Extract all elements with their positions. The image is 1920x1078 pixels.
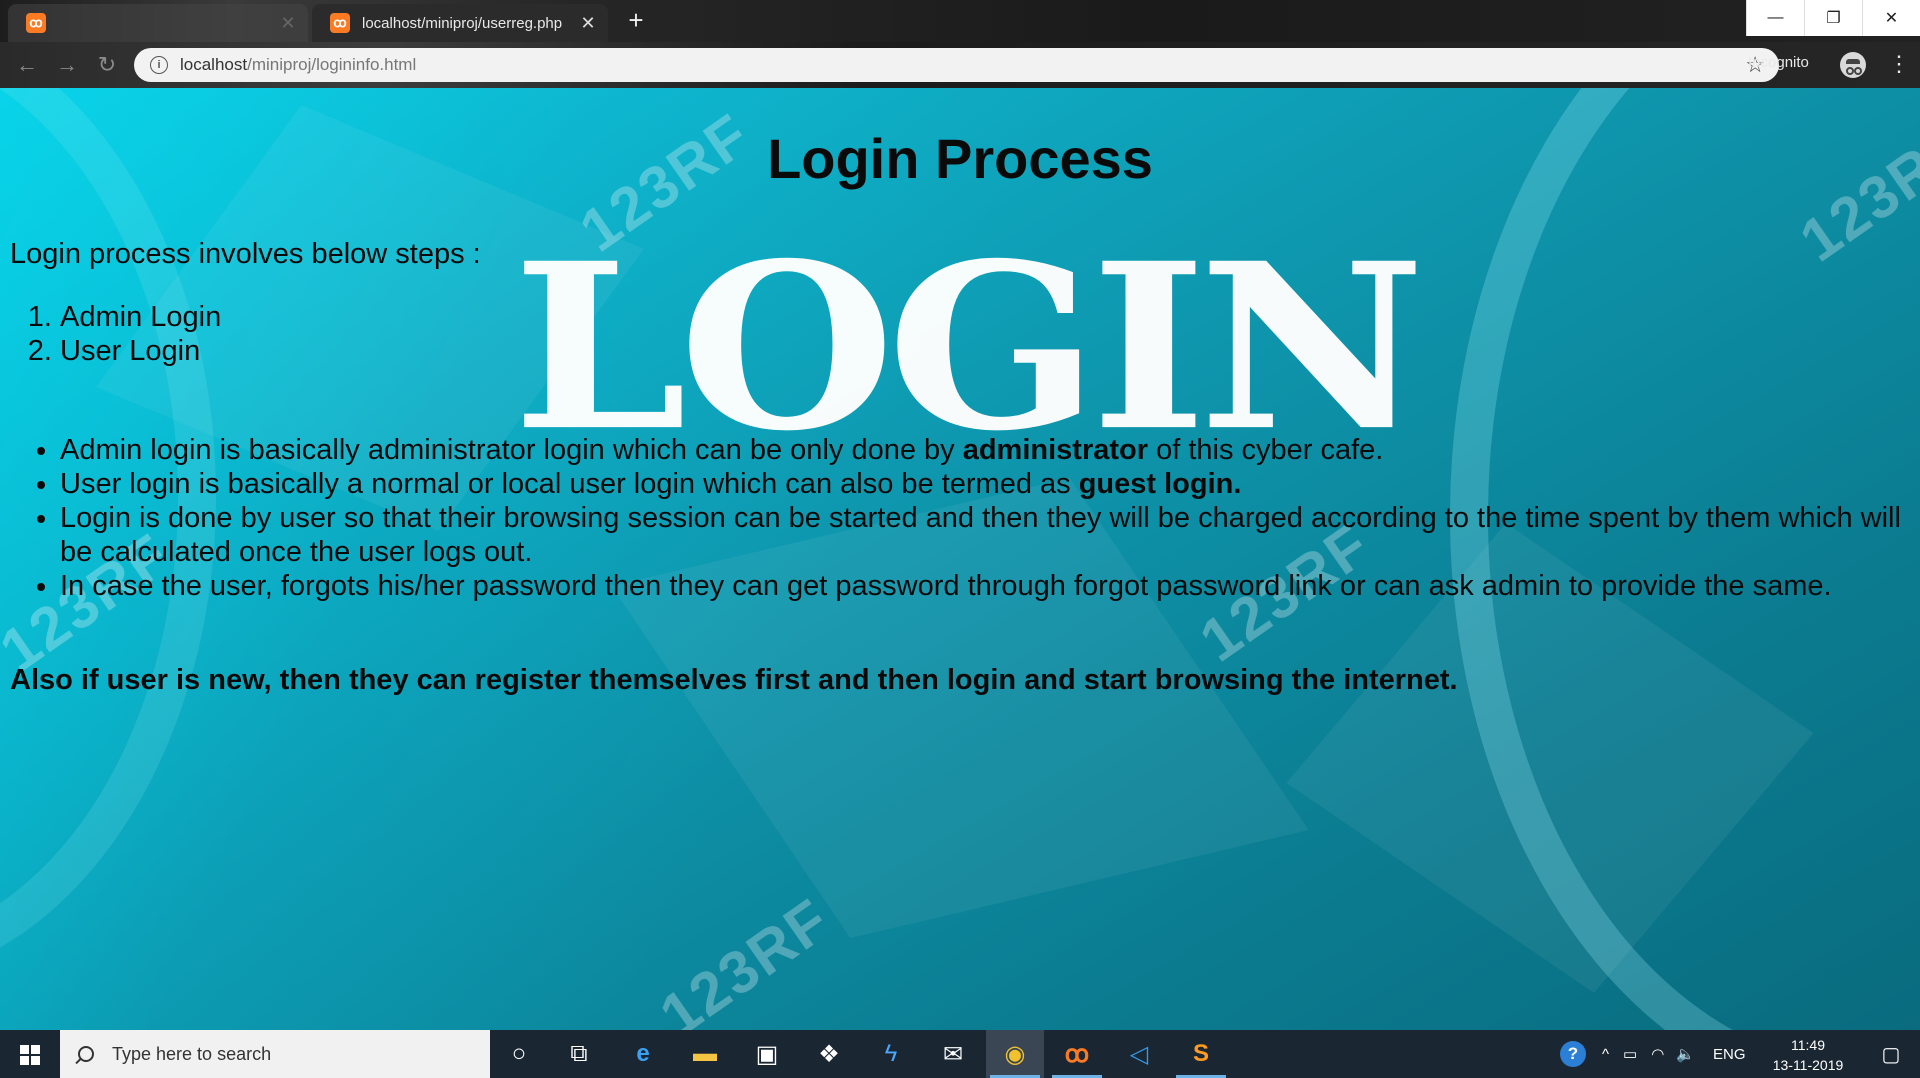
- clock-date: 13-11-2019: [1772, 1057, 1844, 1073]
- browser-toolbar: ← → ↻ i localhost/miniproj/logininfo.htm…: [0, 42, 1920, 88]
- system-tray: ? ^ ▭ ◠ 🔈 ENG: [1560, 1030, 1746, 1078]
- sublime-text-icon[interactable]: S: [1172, 1030, 1230, 1078]
- taskbar-clock[interactable]: 11:49 13-11-2019: [1766, 1035, 1850, 1075]
- language-indicator[interactable]: ENG: [1713, 1046, 1746, 1063]
- intro-text: Login process involves below steps :: [10, 238, 481, 270]
- cortana-icon[interactable]: ○: [490, 1030, 548, 1078]
- start-button[interactable]: [0, 1030, 60, 1078]
- search-icon: [78, 1046, 94, 1062]
- xampp-icon[interactable]: ꝏ: [1048, 1030, 1106, 1078]
- xampp-icon: ꝏ: [330, 13, 350, 33]
- store-icon[interactable]: ▣: [738, 1030, 796, 1078]
- note-text: of this cyber cafe.: [1148, 434, 1384, 466]
- note-text: User login is basically a normal or loca…: [60, 468, 1079, 500]
- dropbox-icon[interactable]: ❖: [800, 1030, 858, 1078]
- note-item: Login is done by user so that their brow…: [60, 501, 1920, 569]
- tab-close-icon[interactable]: ✕: [578, 13, 598, 34]
- tab-title: localhost/miniproj/userreg.php: [362, 14, 563, 32]
- back-arrow-icon[interactable]: ←: [12, 50, 42, 80]
- help-icon[interactable]: ?: [1560, 1041, 1586, 1067]
- note-text: Admin login is basically administrator l…: [60, 434, 963, 466]
- mail-icon[interactable]: ✉: [924, 1030, 982, 1078]
- chrome-icon[interactable]: ◉: [986, 1030, 1044, 1078]
- url-path: /miniproj/logininfo.html: [247, 55, 417, 74]
- note-bold: guest login.: [1078, 468, 1242, 500]
- notifications-icon[interactable]: ▢: [1862, 1030, 1920, 1078]
- file-explorer-icon[interactable]: ▬: [676, 1030, 734, 1078]
- task-view-icon[interactable]: ⧉: [550, 1030, 608, 1078]
- page-title: Login Process: [767, 127, 1153, 190]
- close-window-button[interactable]: ✕: [1862, 0, 1920, 36]
- background-login-word: LOGIN: [512, 213, 1426, 482]
- note-item: In case the user, forgots his/her passwo…: [60, 569, 1920, 603]
- step-item: User Login: [60, 334, 221, 368]
- clock-time: 11:49: [1791, 1037, 1825, 1053]
- address-url[interactable]: localhost/miniproj/logininfo.html: [180, 55, 416, 75]
- search-placeholder: Type here to search: [112, 1043, 272, 1064]
- volume-icon[interactable]: 🔈: [1676, 1045, 1695, 1063]
- taskbar: Type here to search ○ ⧉ e ▬ ▣ ❖ ϟ ✉ ◉ ꝏ …: [0, 1030, 1920, 1078]
- new-tab-button[interactable]: +: [622, 6, 650, 34]
- note-item: User login is basically a normal or loca…: [60, 467, 1920, 501]
- taskbar-search-box[interactable]: Type here to search: [60, 1030, 490, 1078]
- info-icon[interactable]: i: [150, 56, 168, 74]
- forward-arrow-icon[interactable]: →: [52, 50, 82, 80]
- note-item: Admin login is basically administrator l…: [60, 433, 1920, 467]
- tab-previous[interactable]: ꝏ ✕: [8, 4, 308, 42]
- notes-list: Admin login is basically administrator l…: [20, 433, 1920, 603]
- incognito-label: Incognito: [1748, 54, 1809, 71]
- incognito-icon[interactable]: [1840, 52, 1866, 78]
- tab-close-icon[interactable]: ✕: [278, 13, 298, 34]
- browser-menu-icon[interactable]: ⋮: [1888, 50, 1910, 78]
- note-bold: administrator: [962, 434, 1149, 466]
- note-text: Login is done by user so that their brow…: [60, 502, 1901, 568]
- minimize-button[interactable]: —: [1746, 0, 1804, 36]
- restore-button[interactable]: ❐: [1804, 0, 1862, 36]
- edge-icon[interactable]: e: [614, 1030, 672, 1078]
- address-bar[interactable]: i localhost/miniproj/logininfo.html ☆: [134, 48, 1779, 82]
- chevron-up-icon[interactable]: ^: [1602, 1046, 1609, 1063]
- tab-active[interactable]: ꝏ localhost/miniproj/userreg.php ✕: [312, 4, 608, 42]
- url-host: localhost: [180, 55, 248, 74]
- battery-icon[interactable]: ▭: [1623, 1045, 1637, 1063]
- wifi-icon[interactable]: ◠: [1651, 1045, 1664, 1063]
- note-text: In case the user, forgots his/her passwo…: [60, 570, 1832, 602]
- step-item: Admin Login: [60, 300, 221, 334]
- window-controls: — ❐ ✕: [1746, 0, 1920, 36]
- browser-tab-strip: ꝏ ✕ ꝏ localhost/miniproj/userreg.php ✕ +…: [0, 0, 1920, 42]
- vscode-icon[interactable]: ◁: [1110, 1030, 1168, 1078]
- steps-list: Admin Login User Login: [20, 300, 221, 368]
- page-viewport: 123RF 123RF 123RF 123RF 123RF LOGIN Logi…: [0, 88, 1920, 1030]
- xampp-icon: ꝏ: [26, 13, 46, 33]
- windows-logo-icon: [20, 1045, 40, 1065]
- reload-icon[interactable]: ↻: [92, 50, 122, 80]
- watermark-text: 123RF: [647, 885, 843, 1030]
- footer-note: Also if user is new, then they can regis…: [10, 664, 1458, 696]
- app-bolt-icon[interactable]: ϟ: [862, 1030, 920, 1078]
